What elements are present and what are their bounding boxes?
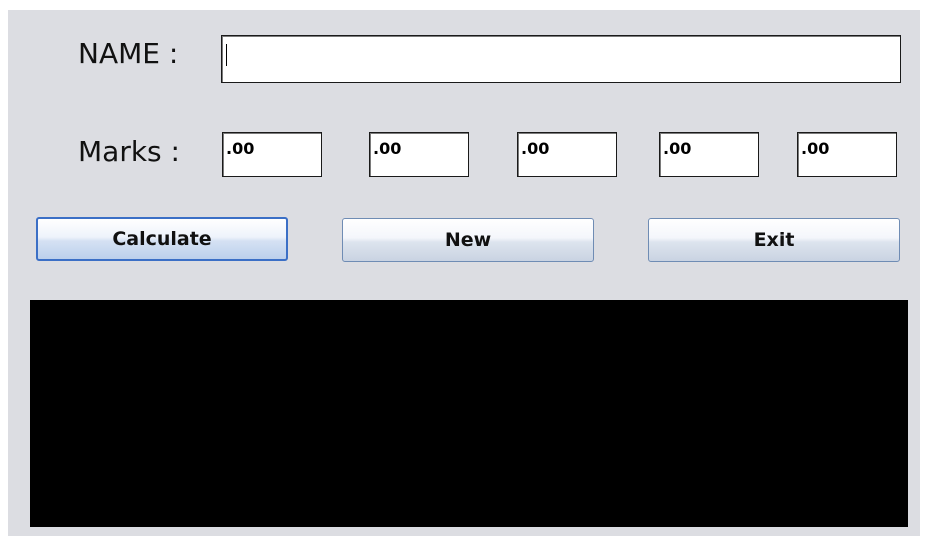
new-button[interactable]: New — [342, 218, 594, 262]
exit-button[interactable]: Exit — [648, 218, 900, 262]
mark-input-3[interactable]: .00 — [517, 132, 617, 177]
calculate-button[interactable]: Calculate — [36, 217, 288, 261]
name-label: NAME : — [78, 37, 179, 70]
mark-input-1[interactable]: .00 — [222, 132, 322, 177]
mark-input-2[interactable]: .00 — [369, 132, 469, 177]
result-display — [30, 300, 908, 527]
mark-input-4[interactable]: .00 — [659, 132, 759, 177]
app-window: NAME : Marks : .00 .00 .00 .00 .00 Calcu… — [8, 10, 920, 536]
text-cursor — [226, 44, 227, 66]
name-input[interactable] — [221, 35, 901, 83]
mark-input-5[interactable]: .00 — [797, 132, 897, 177]
marks-label: Marks : — [78, 135, 180, 168]
